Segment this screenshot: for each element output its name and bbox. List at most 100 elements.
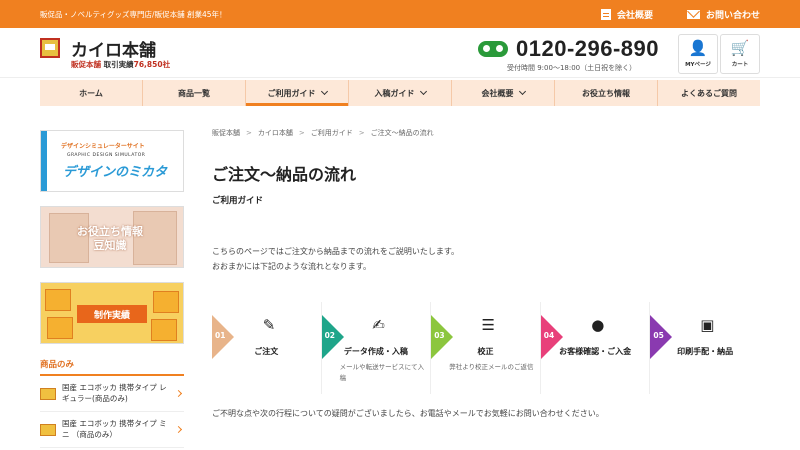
chevron-down-icon bbox=[419, 87, 427, 96]
company-link[interactable]: 会社概要 bbox=[600, 8, 653, 21]
banner-line: デザインのミカタ bbox=[63, 165, 168, 180]
tagline: 販促品・ノベルティグッズ専門店/販促本舗 創業45年！ bbox=[40, 9, 227, 19]
step-title: 校正 bbox=[477, 347, 494, 357]
chevron-right-icon bbox=[174, 389, 183, 398]
breadcrumb-link[interactable]: ご利用ガイド bbox=[311, 128, 353, 138]
site-header: カイロ本舗 販促本舗 取引実績76,850社 0120-296-890 受付時間… bbox=[0, 28, 800, 78]
page-title: ご注文〜納品の流れ bbox=[212, 165, 357, 184]
nav-useful-info[interactable]: お役立ち情報 bbox=[555, 80, 658, 106]
site-logo[interactable]: カイロ本舗 販促本舗 取引実績76,850社 bbox=[40, 38, 170, 69]
breadcrumb-link[interactable]: カイロ本舗 bbox=[258, 128, 293, 138]
step-title: 印刷手配・納品 bbox=[677, 347, 734, 357]
cart-icon: 🛒 bbox=[730, 38, 750, 57]
step-number: 03 bbox=[434, 331, 445, 341]
business-hours: 受付時間 9:00～18:00（土日祝を除く） bbox=[507, 64, 637, 72]
freedial-icon bbox=[478, 41, 508, 57]
breadcrumb-separator: > bbox=[246, 129, 252, 137]
sidebar-item-label: 国産 エコボッカ 携帯タイプ ミニ （商品のみ） bbox=[62, 419, 167, 439]
nav-label: ご利用ガイド bbox=[267, 88, 316, 98]
flow-step: 01 ✎ ご注文 bbox=[212, 302, 322, 395]
nav-label: 入稿ガイド bbox=[374, 88, 415, 98]
product-thumbnail bbox=[40, 423, 56, 436]
nav-label: 会社概要 bbox=[481, 88, 514, 98]
edit-icon: ✎ bbox=[262, 316, 276, 335]
step-title: データ作成・入稿 bbox=[343, 347, 408, 357]
banner-line: デザインシミュレーターサイト bbox=[61, 143, 145, 150]
contact-note: ご不明な点や次の行程についての疑問がございましたら、お電話やメールでお気軽にお問… bbox=[212, 409, 604, 419]
cart-button[interactable]: 🛒 カート bbox=[720, 34, 760, 74]
brand-name: 販促本舗 bbox=[71, 60, 101, 69]
step-title: ご注文 bbox=[254, 347, 279, 357]
phone-number[interactable]: 0120-296-890 bbox=[478, 36, 659, 62]
flow-step: 05 ▣ 印刷手配・納品 bbox=[650, 302, 760, 394]
banner-text: 制作実績 bbox=[77, 305, 147, 323]
works-banner[interactable]: 制作実績 bbox=[40, 282, 184, 344]
user-check-icon: 👤 bbox=[688, 38, 708, 57]
step-title: お客様確認・ご入金 bbox=[559, 347, 632, 357]
banner-decoration bbox=[151, 319, 177, 341]
nav-label: お役立ち情報 bbox=[582, 88, 630, 98]
nav-products[interactable]: 商品一覧 bbox=[143, 80, 246, 106]
gift-icon: ▣ bbox=[700, 316, 715, 335]
nav-submission-guide[interactable]: 入稿ガイド bbox=[349, 80, 452, 106]
breadcrumb-separator: > bbox=[298, 129, 305, 137]
chevron-down-icon bbox=[320, 87, 328, 96]
building-icon bbox=[600, 8, 611, 20]
tips-banner[interactable]: お役立ち情報 豆知識 bbox=[40, 206, 184, 268]
contact-link[interactable]: お問い合わせ bbox=[686, 8, 760, 21]
step-number: 01 bbox=[215, 331, 226, 341]
sidebar-section-title: 商品のみ bbox=[40, 358, 184, 376]
sidebar: デザインシミュレーターサイト GRAPHIC DESIGN SIMULATOR … bbox=[40, 130, 184, 448]
banner-decoration bbox=[153, 291, 179, 313]
step-number: 05 bbox=[653, 331, 664, 341]
pen-icon: ✍ bbox=[372, 316, 385, 335]
mypage-button[interactable]: 👤 MYページ bbox=[678, 34, 718, 74]
nav-company[interactable]: 会社概要 bbox=[452, 80, 555, 106]
product-thumbnail bbox=[40, 387, 56, 400]
breadcrumb-link[interactable]: 販促本舗 bbox=[212, 128, 240, 138]
page-subtitle: ご利用ガイド bbox=[212, 196, 264, 206]
global-nav: ホーム 商品一覧 ご利用ガイド 入稿ガイド 会社概要 お役立ち情報 よくあるご質… bbox=[40, 80, 760, 106]
mail-icon bbox=[686, 9, 700, 19]
money-bag-icon: ● bbox=[591, 316, 605, 335]
record-label: 取引実績 bbox=[103, 60, 134, 69]
sidebar-item-product[interactable]: 国産 エコボッカ 携帯タイプ レギュラー(商品のみ) bbox=[40, 376, 184, 412]
banner-text: お役立ち情報 豆知識 bbox=[77, 225, 143, 253]
nav-label: ホーム bbox=[79, 88, 103, 98]
mypage-label: MYページ bbox=[685, 61, 711, 68]
site-title: カイロ本舗 bbox=[71, 41, 156, 61]
intro-line: こちらのページではご注文から納品までの流れをご説明いたします。 bbox=[212, 247, 460, 256]
chevron-down-icon bbox=[518, 87, 526, 96]
main-content: 販促本舗 > カイロ本舗 > ご利用ガイド > ご注文〜納品の流れ ご注文〜納品の流れ… bbox=[212, 128, 760, 419]
breadcrumb-separator: > bbox=[358, 129, 365, 137]
record-value: 76,850社 bbox=[133, 60, 171, 69]
top-bar: 販促品・ノベルティグッズ専門店/販促本舗 創業45年！ 会社概要 お問い合わせ bbox=[0, 0, 800, 28]
step-number: 02 bbox=[324, 331, 336, 341]
phone-text: 0120-296-890 bbox=[516, 36, 660, 61]
flow-step: 03 ☰ 校正 弊社より校正メールのご返信 bbox=[431, 302, 541, 395]
step-desc: メールや転送サービスにて入稿 bbox=[339, 363, 425, 382]
sidebar-item-product[interactable]: 国産 エコボッカ 携帯タイプ ミニ （商品のみ） bbox=[40, 412, 184, 448]
clipboard-icon: ☰ bbox=[481, 316, 495, 335]
cart-label: カート bbox=[731, 61, 749, 68]
intro-line: おおまかには下記のような流れとなります。 bbox=[212, 262, 371, 272]
nav-label: 商品一覧 bbox=[178, 88, 210, 98]
banner-line: 豆知識 bbox=[93, 238, 127, 252]
nav-guide[interactable]: ご利用ガイド bbox=[246, 80, 349, 106]
banner-decoration bbox=[47, 317, 73, 339]
flow-step: 02 ✍ データ作成・入稿 メールや転送サービスにて入稿 bbox=[321, 302, 432, 395]
contact-link-label: お問い合わせ bbox=[705, 10, 760, 21]
nav-faq[interactable]: よくあるご質問 bbox=[658, 80, 760, 106]
nav-label: よくあるご質問 bbox=[681, 88, 737, 98]
design-simulator-banner[interactable]: デザインシミュレーターサイト GRAPHIC DESIGN SIMULATOR … bbox=[40, 130, 184, 192]
flow-step: 04 ● お客様確認・ご入金 bbox=[540, 302, 651, 395]
banner-decoration bbox=[41, 131, 47, 191]
intro-text: こちらのページではご注文から納品までの流れをご説明いたします。 おおまかには下記… bbox=[212, 244, 760, 274]
logo-subline: 販促本舗 取引実績76,850社 bbox=[71, 59, 170, 70]
banner-line: GRAPHIC DESIGN SIMULATOR bbox=[67, 153, 146, 158]
step-number: 04 bbox=[543, 331, 555, 341]
order-flow: 01 ✎ ご注文 02 ✍ データ作成・入稿 メールや転送サービスにて入稿 03… bbox=[212, 302, 760, 395]
nav-home[interactable]: ホーム bbox=[40, 80, 143, 106]
company-link-label: 会社概要 bbox=[616, 10, 653, 21]
banner-decoration bbox=[45, 289, 71, 311]
